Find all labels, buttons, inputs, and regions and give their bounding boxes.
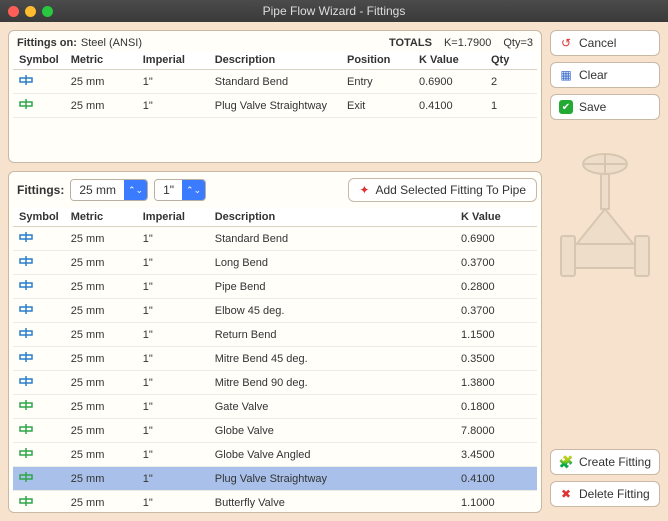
delete-fitting-button[interactable]: ✖ Delete Fitting [550,481,660,507]
fitting-icon [19,278,33,292]
catalog-panel: Fittings: 25 mm⌃⌄ 1"⌃⌄ ✦ Add Selected Fi… [8,171,542,513]
fitting-icon [19,422,33,436]
fittings-label: Fittings: [17,183,64,197]
table-row[interactable]: 25 mm1"Long Bend0.3700 [13,251,537,275]
table-row[interactable]: 25 mm1"Standard BendEntry0.69002 [13,70,537,94]
fitting-icon [19,302,33,316]
table-row[interactable]: 25 mm1"Standard Bend0.6900 [13,227,537,251]
cancel-button[interactable]: ↺ Cancel [550,30,660,56]
table-row[interactable]: 25 mm1"Plug Valve Straightway0.4100 [13,467,537,491]
fitting-icon [19,230,33,244]
metric-select[interactable]: 25 mm⌃⌄ [70,179,148,201]
col-symbol[interactable]: Symbol [13,208,65,227]
col-description[interactable]: Description [209,51,341,70]
add-fitting-button[interactable]: ✦ Add Selected Fitting To Pipe [348,178,537,202]
window-title: Pipe Flow Wizard - Fittings [0,4,668,18]
table-row[interactable]: 25 mm1"Butterfly Valve1.1000 [13,491,537,509]
qty-total: Qty=3 [503,37,533,49]
fittings-on-label: Fittings on: [17,37,77,49]
table-row[interactable]: 25 mm1"Globe Valve Angled3.4500 [13,443,537,467]
grid-icon: ▦ [559,68,573,82]
col-qty[interactable]: Qty [485,51,537,70]
fitting-preview-image [550,136,660,316]
fitting-icon [19,398,33,412]
title-bar: Pipe Flow Wizard - Fittings [0,0,668,22]
fitting-icon [19,326,33,340]
save-button[interactable]: ✔ Save [550,94,660,120]
create-icon: 🧩 [559,455,573,469]
imperial-select[interactable]: 1"⌃⌄ [154,179,206,201]
col-symbol[interactable]: Symbol [13,51,65,70]
fitting-icon [19,374,33,388]
fitting-icon [19,73,33,87]
k-total: K=1.7900 [444,37,491,49]
table-row[interactable]: 25 mm1"Mitre Bend 45 deg.0.3500 [13,347,537,371]
fitting-icon [19,254,33,268]
table-row[interactable]: 25 mm1"Return Bend1.1500 [13,323,537,347]
check-icon: ✔ [559,100,573,114]
col-position[interactable]: Position [341,51,413,70]
add-icon: ✦ [359,183,369,197]
material-name: Steel (ANSI) [81,37,142,49]
create-fitting-button[interactable]: 🧩 Create Fitting [550,449,660,475]
fitting-icon [19,446,33,460]
chevron-down-icon: ⌃⌄ [124,180,147,200]
col-imperial[interactable]: Imperial [137,51,209,70]
col-description[interactable]: Description [209,208,455,227]
delete-icon: ✖ [559,487,573,501]
fitting-icon [19,97,33,111]
totals-label: TOTALS [389,37,432,49]
table-row[interactable]: 25 mm1"Plug Valve StraightwayExit0.41001 [13,94,537,118]
clear-button[interactable]: ▦ Clear [550,62,660,88]
table-row[interactable]: 25 mm1"Globe Valve7.8000 [13,419,537,443]
pipe-fittings-table[interactable]: Symbol Metric Imperial Description Posit… [13,51,537,118]
col-metric[interactable]: Metric [65,51,137,70]
col-metric[interactable]: Metric [65,208,137,227]
pipe-fittings-panel: Fittings on: Steel (ANSI) TOTALS K=1.790… [8,30,542,163]
undo-icon: ↺ [559,36,573,50]
chevron-down-icon: ⌃⌄ [182,180,205,200]
table-row[interactable]: 25 mm1"Elbow 45 deg.0.3700 [13,299,537,323]
table-row[interactable]: 25 mm1"Pipe Bend0.2800 [13,275,537,299]
fitting-icon [19,494,33,508]
catalog-table[interactable]: Symbol Metric Imperial Description K Val… [13,208,537,508]
fitting-icon [19,350,33,364]
table-row[interactable]: 25 mm1"Mitre Bend 90 deg.1.3800 [13,371,537,395]
col-kvalue[interactable]: K Value [455,208,537,227]
col-imperial[interactable]: Imperial [137,208,209,227]
col-kvalue[interactable]: K Value [413,51,485,70]
table-row[interactable]: 25 mm1"Gate Valve0.1800 [13,395,537,419]
fitting-icon [19,470,33,484]
